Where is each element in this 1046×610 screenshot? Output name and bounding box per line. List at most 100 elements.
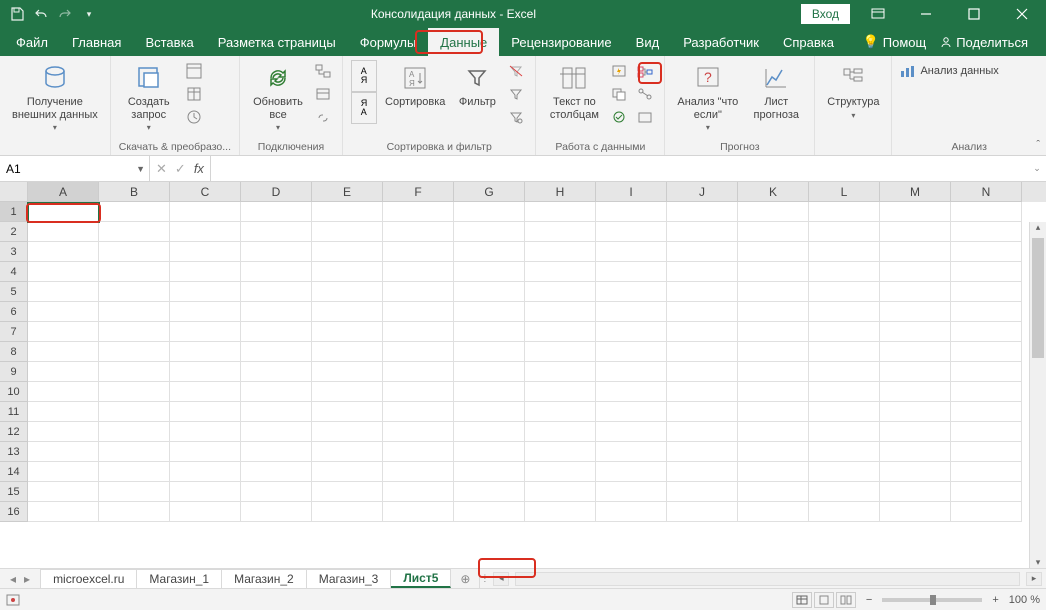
cell[interactable] [383,382,454,402]
cell[interactable] [312,282,383,302]
cell[interactable] [525,302,596,322]
cell[interactable] [667,402,738,422]
enter-formula-icon[interactable]: ✓ [175,161,186,177]
cell[interactable] [454,462,525,482]
page-layout-view-icon[interactable] [814,592,834,608]
cell[interactable] [525,482,596,502]
row-header[interactable]: 12 [0,422,28,442]
row-header[interactable]: 15 [0,482,28,502]
col-header[interactable]: A [28,182,99,202]
manage-data-model-icon[interactable] [634,106,656,128]
row-header[interactable]: 5 [0,282,28,302]
cell[interactable] [667,502,738,522]
col-header[interactable]: E [312,182,383,202]
recent-sources-icon[interactable] [183,106,205,128]
col-header[interactable]: N [951,182,1022,202]
cell[interactable] [383,322,454,342]
zoom-slider[interactable] [882,598,982,602]
cell[interactable] [596,462,667,482]
cell[interactable] [596,422,667,442]
qat-dropdown-icon[interactable]: ▾ [78,3,100,25]
row-header[interactable]: 10 [0,382,28,402]
cell[interactable] [312,322,383,342]
cell[interactable] [951,422,1022,442]
cell[interactable] [596,402,667,422]
col-header[interactable]: C [170,182,241,202]
cell[interactable] [454,262,525,282]
col-header[interactable]: I [596,182,667,202]
cell[interactable] [170,322,241,342]
close-icon[interactable] [1002,0,1042,28]
cell[interactable] [28,262,99,282]
cell[interactable] [667,202,738,222]
cell[interactable] [99,502,170,522]
cell[interactable] [880,462,951,482]
tab-layout[interactable]: Разметка страницы [206,28,348,56]
cell[interactable] [525,442,596,462]
cell[interactable] [809,222,880,242]
cell[interactable] [312,502,383,522]
cell[interactable] [880,242,951,262]
cell[interactable] [525,222,596,242]
cell[interactable] [383,282,454,302]
cell[interactable] [738,482,809,502]
cell[interactable] [312,482,383,502]
cell[interactable] [312,442,383,462]
cell[interactable] [596,302,667,322]
cell[interactable] [28,402,99,422]
row-header[interactable]: 6 [0,302,28,322]
tab-formulas[interactable]: Формулы [348,28,429,56]
sheet-tab-active[interactable]: Лист5 [391,569,451,588]
cell[interactable] [312,462,383,482]
cell[interactable] [525,462,596,482]
get-external-data-button[interactable]: Получение внешних данных ▾ [8,60,102,134]
text-to-columns-button[interactable]: Текст по столбцам [544,60,604,123]
cell[interactable] [383,302,454,322]
cell[interactable] [454,422,525,442]
page-break-view-icon[interactable] [836,592,856,608]
collapse-ribbon-icon[interactable]: ˆ [1036,139,1040,151]
cell[interactable] [667,422,738,442]
cell[interactable] [809,342,880,362]
cell[interactable] [312,302,383,322]
row-header[interactable]: 13 [0,442,28,462]
cell[interactable] [312,222,383,242]
cell[interactable] [454,402,525,422]
cell[interactable] [667,342,738,362]
sort-za-button[interactable]: Я А [351,92,377,124]
cell[interactable] [525,322,596,342]
cell[interactable] [99,282,170,302]
cell[interactable] [809,402,880,422]
cell[interactable] [312,262,383,282]
col-header[interactable]: L [809,182,880,202]
cell[interactable] [809,302,880,322]
cell[interactable] [596,342,667,362]
row-header[interactable]: 8 [0,342,28,362]
cell[interactable] [99,262,170,282]
cell[interactable] [525,362,596,382]
cell[interactable] [809,382,880,402]
from-table-icon[interactable] [183,83,205,105]
tab-developer[interactable]: Разработчик [671,28,771,56]
row-header[interactable]: 7 [0,322,28,342]
cell[interactable] [99,382,170,402]
cell[interactable] [596,242,667,262]
cancel-formula-icon[interactable]: ✕ [156,161,167,177]
cell[interactable] [525,382,596,402]
cell[interactable] [99,302,170,322]
cell[interactable] [951,282,1022,302]
relationships-icon[interactable] [634,83,656,105]
cell[interactable] [28,482,99,502]
row-header[interactable]: 9 [0,362,28,382]
tab-home[interactable]: Главная [60,28,133,56]
cell[interactable] [28,382,99,402]
login-button[interactable]: Вход [801,4,850,24]
row-header[interactable]: 4 [0,262,28,282]
cell[interactable] [738,202,809,222]
cell[interactable] [28,242,99,262]
cell[interactable] [596,282,667,302]
cell[interactable] [738,302,809,322]
cell[interactable] [738,362,809,382]
cell[interactable] [383,222,454,242]
cell[interactable] [383,402,454,422]
